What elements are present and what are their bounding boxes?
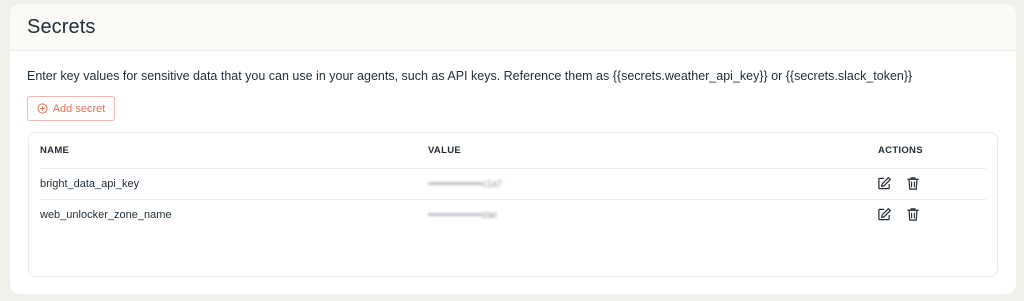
column-header-value: VALUE xyxy=(428,145,461,156)
table-header: NAME VALUE ACTIONS xyxy=(40,133,986,169)
plus-circle-icon xyxy=(37,103,48,114)
card-header: Secrets xyxy=(10,4,1016,51)
column-header-name: NAME xyxy=(40,145,70,156)
row-actions xyxy=(876,206,921,222)
add-secret-label: Add secret xyxy=(52,102,106,115)
page-description: Enter key values for sensitive data that… xyxy=(27,69,913,83)
page-title: Secrets xyxy=(27,15,96,38)
secret-value-masked: ••••••••••••••••••zae xyxy=(428,210,497,221)
trash-icon[interactable] xyxy=(905,175,921,191)
row-actions xyxy=(876,175,921,191)
table-row: bright_data_api_key ••••••••••••••••••c1… xyxy=(40,169,986,200)
trash-icon[interactable] xyxy=(905,206,921,222)
table-row: web_unlocker_zone_name •••••••••••••••••… xyxy=(40,200,986,231)
secret-value-masked: ••••••••••••••••••c1a7 xyxy=(428,179,502,190)
secrets-table: NAME VALUE ACTIONS bright_data_api_key •… xyxy=(28,132,998,277)
edit-icon[interactable] xyxy=(876,206,892,222)
secrets-card: Secrets Enter key values for sensitive d… xyxy=(10,4,1016,294)
secret-name: bright_data_api_key xyxy=(40,178,140,190)
edit-icon[interactable] xyxy=(876,175,892,191)
column-header-actions: ACTIONS xyxy=(878,145,923,156)
secret-name: web_unlocker_zone_name xyxy=(40,209,172,221)
add-secret-button[interactable]: Add secret xyxy=(27,96,115,121)
